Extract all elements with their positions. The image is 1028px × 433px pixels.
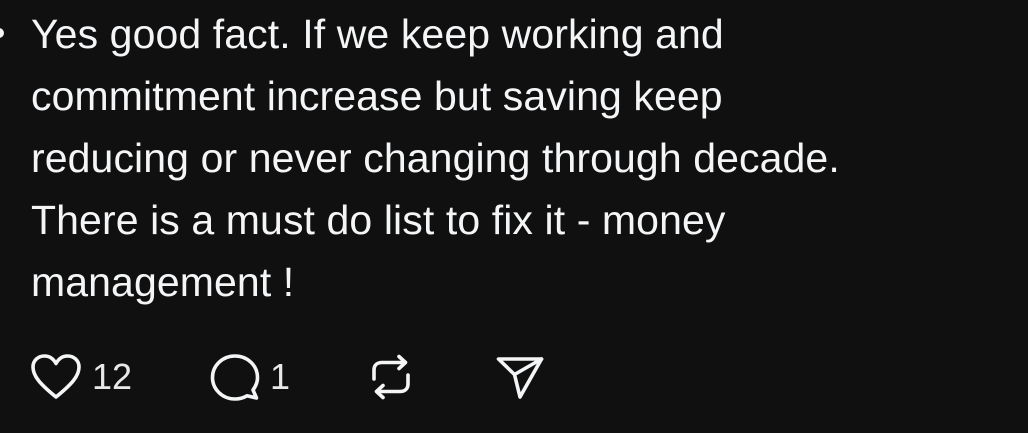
send-icon (495, 353, 545, 401)
comment-count: 1 (270, 356, 291, 397)
thread-line-dot (0, 28, 4, 38)
repost-button[interactable] (365, 353, 495, 401)
repost-icon (365, 353, 417, 401)
heart-icon (30, 353, 82, 401)
post-body-text: Yes good fact. If we keep working and co… (31, 11, 840, 305)
comment-post: Yes good fact. If we keep working and co… (0, 0, 1028, 433)
like-button[interactable]: 12 (30, 353, 210, 401)
post-action-bar: 12 1 (30, 352, 545, 402)
like-count: 12 (92, 356, 133, 397)
comment-bubble-icon (210, 353, 260, 401)
comment-button[interactable]: 1 (210, 353, 365, 401)
share-button[interactable] (495, 353, 545, 401)
